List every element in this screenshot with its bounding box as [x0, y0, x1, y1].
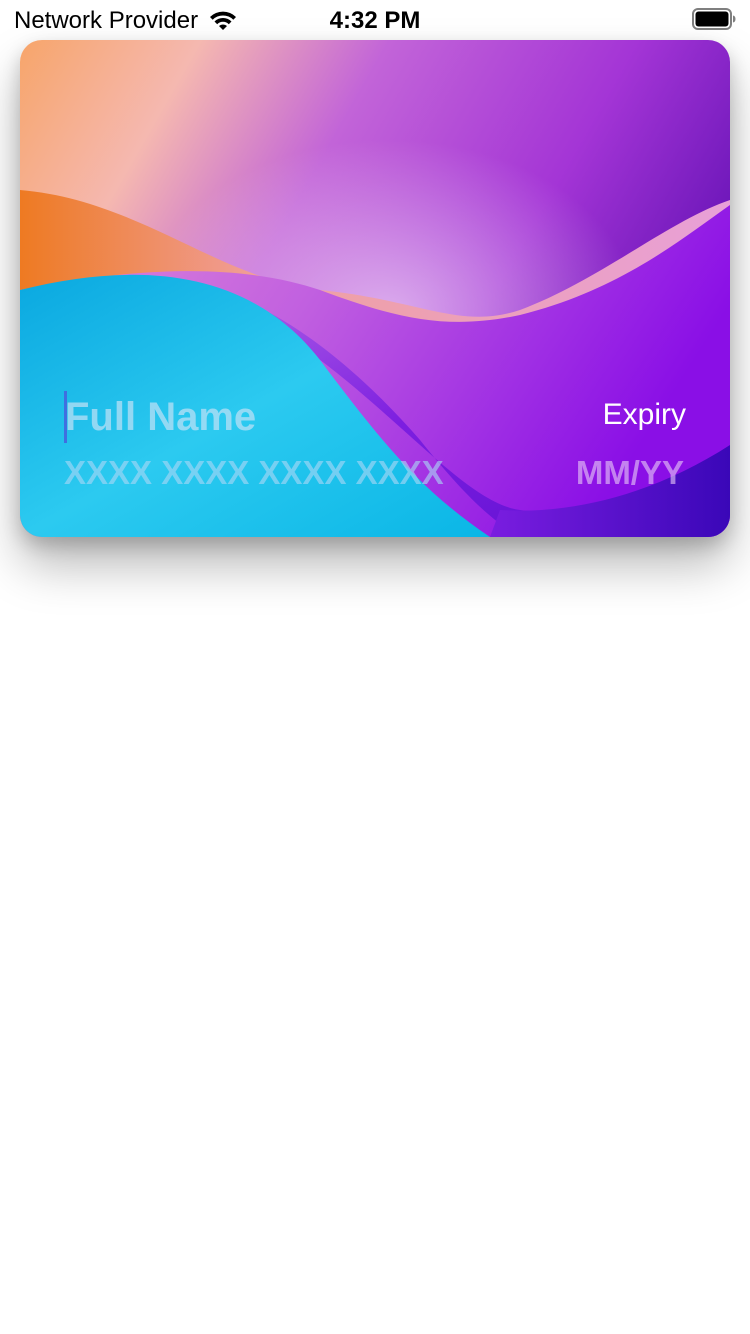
credit-card: Full Name Expiry XXXX XXXX XXXX XXXX MM/…: [20, 40, 730, 537]
battery-icon: [692, 8, 736, 30]
full-name-input[interactable]: Full Name: [64, 390, 484, 444]
status-bar: Network Provider 4:32 PM: [0, 0, 750, 40]
card-number-input[interactable]: XXXX XXXX XXXX XXXX: [64, 454, 444, 492]
status-time: 4:32 PM: [329, 7, 421, 34]
expiry-label: Expiry: [602, 398, 686, 431]
full-name-placeholder: Full Name: [65, 394, 257, 439]
expiry-input[interactable]: MM/YY: [576, 454, 684, 492]
